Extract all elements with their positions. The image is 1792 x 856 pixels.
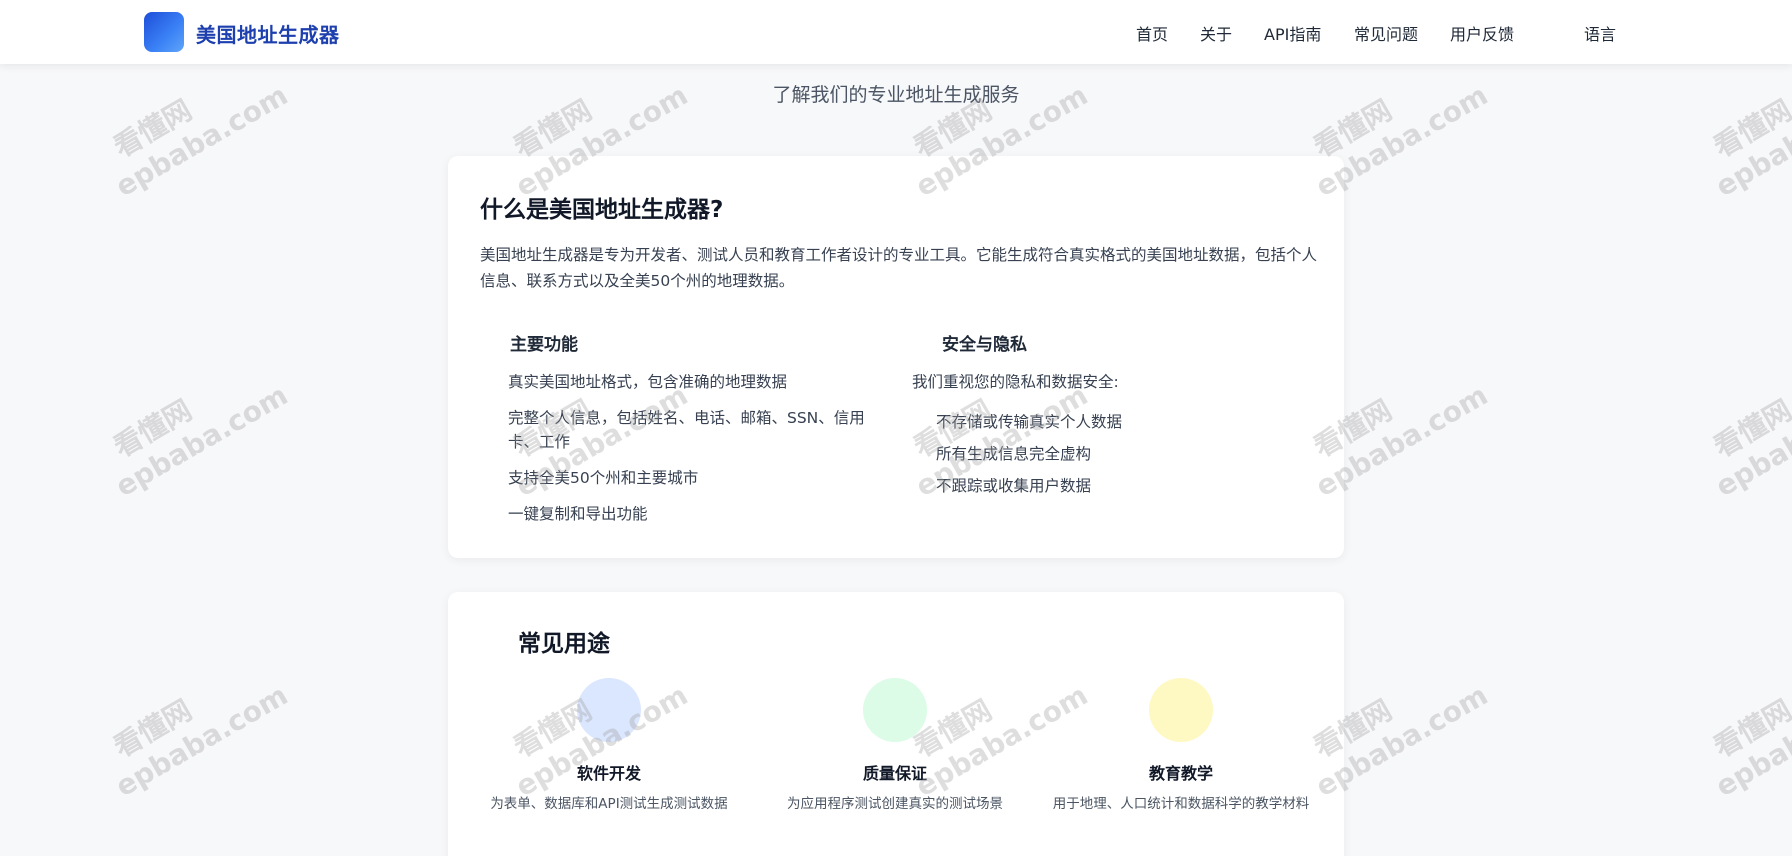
use-title: 质量保证 (862, 764, 927, 783)
use-qa: 质量保证 为应用程序测试创建真实的测试场景 (760, 678, 1030, 814)
book-icon (1149, 678, 1213, 742)
privacy-title: 安全与隐私 (942, 335, 1027, 355)
watermark: 看懂网 epbaba.com (108, 78, 294, 204)
code-icon (577, 678, 641, 742)
feature-item: 一键复制和导出功能 (508, 505, 648, 523)
feature-item: 支持全美50个州和主要城市 (508, 469, 699, 487)
use-title: 软件开发 (576, 764, 641, 783)
nav-language[interactable]: 语言 (1584, 21, 1616, 45)
nav-api-guide[interactable]: API指南 (1264, 21, 1321, 45)
top-navbar: 美国地址生成器 首页 关于 API指南 常见问题 用户反馈 语言 (0, 0, 1792, 64)
check-icon (863, 678, 927, 742)
nav-feedback[interactable]: 用户反馈 (1450, 21, 1514, 45)
privacy-item: 不跟踪或收集用户数据 (936, 477, 1092, 495)
privacy-item: 不存储或传输真实个人数据 (936, 413, 1123, 431)
watermark: 看懂网 epbaba.com (108, 678, 294, 804)
watermark: 看懂网 epbaba.com (108, 378, 294, 504)
features-title: 主要功能 (510, 335, 578, 355)
uses-title: 常见用途 (518, 631, 610, 657)
watermark: 看懂网 epbaba.com (1708, 78, 1792, 204)
about-title: 什么是美国地址生成器? (480, 197, 724, 223)
use-title: 教育教学 (1148, 764, 1213, 783)
nav-home[interactable]: 首页 (1136, 21, 1168, 45)
about-description: 美国地址生成器是专为开发者、测试人员和教育工作者设计的专业工具。它能生成符合真实… (480, 246, 1318, 290)
watermark: 看懂网 epbaba.com (1708, 378, 1792, 504)
feature-item: 完整个人信息，包括姓名、电话、邮箱、SSN、信用卡、工作 (508, 409, 865, 451)
uses-card: 常见用途 软件开发 为表单、数据库和API测试生成测试数据 质量保证 为应用程序… (448, 592, 1344, 856)
feature-item: 真实美国地址格式，包含准确的地理数据 (508, 373, 788, 391)
nav-about[interactable]: 关于 (1200, 21, 1232, 45)
watermark: 看懂网 epbaba.com (1708, 678, 1792, 804)
use-education: 教育教学 用于地理、人口统计和数据科学的教学材料 (1046, 678, 1316, 814)
use-description: 为表单、数据库和API测试生成测试数据 (490, 796, 728, 812)
logo-icon[interactable] (144, 12, 184, 52)
nav-faq[interactable]: 常见问题 (1354, 21, 1418, 45)
privacy-item: 所有生成信息完全虚构 (936, 445, 1092, 463)
brand-name[interactable]: 美国地址生成器 (196, 19, 340, 48)
about-card: 什么是美国地址生成器? 美国地址生成器是专为开发者、测试人员和教育工作者设计的专… (448, 156, 1344, 558)
hero-subtitle: 了解我们的专业地址生成服务 (772, 84, 1020, 106)
use-description: 用于地理、人口统计和数据科学的教学材料 (1052, 796, 1310, 812)
privacy-intro: 我们重视您的隐私和数据安全: (912, 373, 1119, 391)
use-description: 为应用程序测试创建真实的测试场景 (787, 796, 1003, 812)
use-software-dev: 软件开发 为表单、数据库和API测试生成测试数据 (474, 678, 744, 814)
